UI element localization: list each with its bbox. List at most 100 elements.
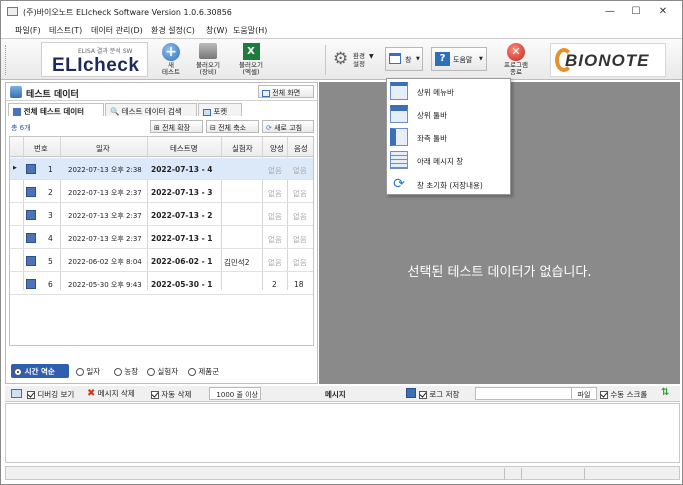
sort-product[interactable]: 제품군 bbox=[188, 366, 219, 377]
expand-icon: ⊞ bbox=[154, 124, 160, 132]
help-dropdown-button[interactable]: ? 도움말 ▼ bbox=[431, 47, 487, 71]
excel-icon: X bbox=[242, 43, 260, 60]
left-toolbar-icon bbox=[390, 128, 408, 146]
table-icon bbox=[13, 108, 21, 116]
grid-icon bbox=[203, 108, 211, 116]
row-expand-icon[interactable] bbox=[26, 279, 36, 289]
menu-test[interactable]: 테스트(T) bbox=[49, 25, 82, 36]
col-test-name[interactable]: 테스트명 bbox=[170, 143, 198, 154]
col-negative[interactable]: 음성 bbox=[294, 143, 308, 154]
row-expand-icon[interactable] bbox=[26, 233, 36, 243]
panel-title: 테스트 데이터 bbox=[26, 90, 79, 100]
window-dropdown-button[interactable]: 창 ▼ bbox=[385, 47, 423, 71]
record-count: 총 6개 bbox=[11, 124, 31, 132]
menu-settings[interactable]: 환경 설정(C) bbox=[151, 25, 195, 36]
bionote-logo: BIONOTE bbox=[550, 43, 666, 77]
reset-icon: ⟳ bbox=[393, 176, 405, 192]
row-expand-icon[interactable] bbox=[26, 187, 36, 197]
table-row[interactable]: 2 2022-07-13 오후 2:37 2022-07-13 - 3 없음 없… bbox=[10, 181, 313, 203]
window-icon bbox=[389, 53, 401, 64]
exit-program-button[interactable]: ✕ 프로그램 종료 bbox=[498, 43, 534, 76]
empty-message: 선택된 테스트 데이터가 없습니다. bbox=[407, 265, 592, 280]
message-log-area[interactable] bbox=[5, 403, 680, 463]
menu-file[interactable]: 파일(F) bbox=[15, 25, 41, 36]
scroll-arrows-icon[interactable]: ⇅ bbox=[661, 387, 669, 398]
col-positive[interactable]: 양성 bbox=[270, 143, 284, 154]
panel-tabs: 전체 테스트 데이터 🔍 테스트 데이터 검색 포켓 bbox=[6, 102, 317, 116]
menu-window[interactable]: 창(W) bbox=[206, 25, 228, 36]
table-row[interactable]: 3 2022-07-13 오후 2:37 2022-07-13 - 2 없음 없… bbox=[10, 204, 313, 226]
table-row[interactable]: 4 2022-07-13 오후 2:37 2022-07-13 - 1 없음 없… bbox=[10, 227, 313, 249]
tab-all-test-data[interactable]: 전체 테스트 데이터 bbox=[8, 103, 104, 116]
menu-item-reset-windows[interactable]: ⟳ 창 초기화 (저장내용) bbox=[387, 173, 510, 196]
collapse-icon: ⊟ bbox=[210, 124, 216, 132]
panel-header: 테스트 데이터 전체 화면 bbox=[6, 83, 317, 101]
manual-scroll-checkbox[interactable]: 수동 스크롤 bbox=[600, 389, 647, 400]
search-icon: 🔍 bbox=[110, 107, 120, 116]
menu-item-left-toolbar[interactable]: 좌측 툴바 bbox=[387, 126, 510, 149]
col-no[interactable]: 번호 bbox=[34, 143, 48, 154]
delete-message-button[interactable]: ✖ 메시지 삭제 bbox=[87, 388, 135, 399]
row-expand-icon[interactable] bbox=[26, 256, 36, 266]
tab-pocket[interactable]: 포켓 bbox=[198, 103, 242, 116]
message-label: 메시지 bbox=[325, 390, 346, 399]
sort-time-desc[interactable]: 시간 역순 bbox=[11, 364, 69, 378]
refresh-button[interactable]: ⟳ 새로 고침 bbox=[262, 120, 314, 133]
menubar-icon bbox=[390, 82, 408, 100]
table-row[interactable]: 5 2022-06-02 오후 8:04 2022-06-02 - 1 김민석2… bbox=[10, 250, 313, 272]
chevron-down-icon: ▼ bbox=[479, 56, 483, 62]
fullscreen-button[interactable]: 전체 화면 bbox=[258, 85, 314, 98]
test-data-table: 번호 일자 테스트명 실험자 양성 음성 ▶ 1 2022-07-13 오후 2… bbox=[9, 136, 314, 346]
log-path-input[interactable] bbox=[475, 387, 575, 400]
col-date[interactable]: 일자 bbox=[96, 143, 110, 154]
sort-farm[interactable]: 농장 bbox=[114, 366, 138, 377]
row-expand-icon[interactable] bbox=[26, 210, 36, 220]
menu-data[interactable]: 데이터 관리(D) bbox=[91, 25, 143, 36]
col-user[interactable]: 실험자 bbox=[232, 143, 253, 154]
gear-icon: ⚙ bbox=[333, 49, 349, 69]
toolbar-separator bbox=[325, 45, 326, 75]
close-button[interactable]: ✕ bbox=[650, 4, 676, 20]
tab-search-test-data[interactable]: 🔍 테스트 데이터 검색 bbox=[105, 103, 197, 116]
test-data-panel: 테스트 데이터 전체 화면 전체 테스트 데이터 🔍 테스트 데이터 검색 포켓… bbox=[5, 82, 318, 384]
log-save-checkbox[interactable]: 로그 저장 bbox=[419, 389, 459, 400]
status-bar bbox=[5, 466, 680, 480]
expand-all-button[interactable]: ⊞ 전체 확장 bbox=[150, 120, 203, 133]
sort-date[interactable]: 일자 bbox=[76, 366, 100, 377]
maximize-button[interactable]: ☐ bbox=[623, 4, 649, 20]
settings-button[interactable]: ⚙ 환경 설정 ▼ bbox=[331, 47, 376, 71]
collapse-all-button[interactable]: ⊟ 전체 축소 bbox=[206, 120, 259, 133]
message-toolbar: 디버깅 보기 ✖ 메시지 삭제 자동 삭제 1000 줄 이상 메시지 로그 저… bbox=[5, 386, 680, 402]
plus-icon: + bbox=[162, 43, 180, 61]
menu-item-top-menubar[interactable]: 상위 메뉴바 bbox=[387, 80, 510, 103]
chevron-down-icon: ▼ bbox=[416, 56, 420, 62]
user-icon bbox=[10, 86, 22, 98]
menu-help[interactable]: 도움말(H) bbox=[233, 25, 267, 36]
delete-icon: ✖ bbox=[87, 388, 96, 399]
debug-view-checkbox[interactable]: 디버깅 보기 bbox=[27, 389, 74, 400]
save-icon bbox=[406, 388, 416, 398]
help-icon: ? bbox=[435, 52, 450, 66]
minimize-button[interactable]: — bbox=[597, 4, 623, 20]
refresh-icon: ⟳ bbox=[266, 124, 272, 132]
menu-item-message-window[interactable]: 아래 메시지 창 bbox=[387, 149, 510, 172]
menu-item-top-toolbar[interactable]: 상위 툴바 bbox=[387, 103, 510, 126]
load-device-button[interactable]: 불러오기 (장비) bbox=[191, 43, 225, 76]
toolbar-grip bbox=[5, 45, 8, 75]
load-excel-button[interactable]: X 불러오기 (엑셀) bbox=[231, 43, 271, 76]
sort-user[interactable]: 실험자 bbox=[147, 366, 178, 377]
table-row[interactable]: ▶ 1 2022-07-13 오후 2:38 2022-07-13 - 4 없음… bbox=[10, 158, 313, 180]
line-limit-field[interactable]: 1000 줄 이상 bbox=[209, 387, 261, 400]
toolbar-icon bbox=[390, 105, 408, 123]
message-window-icon bbox=[11, 389, 22, 398]
elicheck-logo: ELISA 결과 분석 SW ELIcheck bbox=[41, 42, 148, 77]
auto-delete-checkbox[interactable]: 자동 삭제 bbox=[151, 389, 191, 400]
device-icon bbox=[199, 43, 217, 59]
exit-icon: ✕ bbox=[507, 43, 525, 61]
fullscreen-icon bbox=[262, 89, 270, 97]
new-test-button[interactable]: + 새 테스트 bbox=[156, 43, 186, 76]
table-row[interactable]: 6 2022-05-30 오후 9:43 2022-05-30 - 1 2 18 bbox=[10, 273, 313, 295]
file-button[interactable]: 파일 bbox=[571, 387, 597, 400]
row-expand-icon[interactable] bbox=[26, 164, 36, 174]
row-indicator-icon: ▶ bbox=[13, 165, 17, 171]
